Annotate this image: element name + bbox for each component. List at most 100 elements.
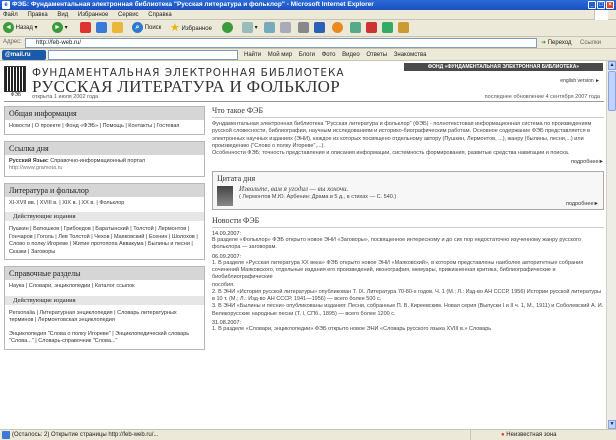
url-text: http://feb-web.ru/ bbox=[36, 40, 82, 46]
reference-links[interactable]: Наука | Словари, энциклопедии | Каталог … bbox=[5, 280, 204, 294]
menu-file[interactable]: Файл bbox=[3, 12, 18, 18]
toolbar: ◄ Назад ▾ ► ▾ ⌕ Поиск ★ Избранное ▾ bbox=[0, 20, 616, 37]
close-button[interactable]: × bbox=[606, 1, 614, 9]
menu-favorites[interactable]: Избранное bbox=[78, 12, 108, 18]
menu-bar: Файл Правка Вид Избранное Сервис Справка bbox=[0, 10, 616, 20]
mailru-dating[interactable]: Знакомства bbox=[394, 52, 427, 58]
quote-more-link[interactable]: подробнее► bbox=[217, 201, 599, 207]
back-button[interactable]: ◄ Назад ▾ bbox=[3, 22, 38, 35]
opened-date: открыта 1 июля 2002 года bbox=[32, 94, 99, 100]
tool-button-2[interactable] bbox=[382, 22, 393, 35]
mail-button[interactable] bbox=[264, 22, 275, 35]
edit-icon bbox=[298, 22, 309, 33]
print-button[interactable] bbox=[280, 22, 291, 35]
stop-button[interactable] bbox=[80, 22, 91, 35]
era-links[interactable]: XI-XVII вв. | XVIII в. | XIX в. | XX в. … bbox=[5, 197, 204, 211]
mailru-answers[interactable]: Ответы bbox=[366, 52, 387, 58]
page-content: ФЭБ ФУНДАМЕНТАЛЬНАЯ ЭЛЕКТРОННАЯ БИБЛИОТЕ… bbox=[0, 61, 616, 429]
menu-view[interactable]: Вид bbox=[57, 12, 68, 18]
news-item-2b: пособия. bbox=[212, 281, 235, 288]
mailru-myworld[interactable]: Мой мир bbox=[268, 52, 292, 58]
news-title: Новости ФЭБ bbox=[212, 216, 604, 229]
scroll-down-button[interactable]: ▼ bbox=[608, 420, 616, 429]
minimize-button[interactable]: _ bbox=[588, 1, 596, 9]
history-button[interactable]: ▾ bbox=[242, 22, 258, 35]
media-button[interactable] bbox=[222, 22, 233, 35]
logo-label: ФЭБ bbox=[10, 92, 22, 98]
what-is-feb-more-link[interactable]: подробнее► bbox=[212, 159, 604, 165]
scroll-thumb[interactable] bbox=[608, 71, 616, 111]
mailru-toolbar: @mail.ru Найти Мой мир Блоги Фото Видео … bbox=[0, 49, 616, 61]
general-info-links[interactable]: Новости | О проекте | Фонд «ФЭБ» | Помощ… bbox=[5, 120, 204, 134]
zone-label: Неизвестная зона bbox=[506, 432, 557, 438]
research-icon bbox=[350, 22, 361, 33]
news-item-2c: 2. В ЭНИ «История русской литературы» оп… bbox=[212, 288, 602, 303]
stop-icon bbox=[80, 22, 91, 33]
reference-more-links[interactable]: Энциклопедия "Слова о полку Игореве" | Э… bbox=[5, 328, 204, 349]
address-label: Адрес: bbox=[3, 39, 22, 45]
site-header: ФЭБ ФУНДАМЕНТАЛЬНАЯ ЭЛЕКТРОННАЯ БИБЛИОТЕ… bbox=[0, 61, 606, 103]
author-links[interactable]: Пушкин | Батюшков | Грибоедов | Баратынс… bbox=[5, 223, 204, 259]
word-icon bbox=[314, 22, 325, 33]
scroll-up-button[interactable]: ▲ bbox=[608, 61, 616, 70]
literature-panel: Литература и фольклор XI-XVII вв. | XVII… bbox=[4, 182, 205, 260]
tool-icon-3 bbox=[398, 22, 409, 33]
status-bar: (Осталось: 2) Открытие страницы http://f… bbox=[0, 429, 616, 440]
menu-help[interactable]: Справка bbox=[148, 12, 172, 18]
general-info-title: Общая информация bbox=[5, 107, 204, 120]
window-title: ФЭБ: Фундаментальная электронная библиот… bbox=[12, 1, 374, 8]
messenger-button[interactable] bbox=[332, 22, 343, 35]
tool-icon-1 bbox=[366, 22, 377, 33]
tool-icon-2 bbox=[382, 22, 393, 33]
mailru-find[interactable]: Найти bbox=[244, 52, 261, 58]
menu-edit[interactable]: Правка bbox=[27, 12, 47, 18]
menu-tools[interactable]: Сервис bbox=[118, 12, 139, 18]
news-item-2d: 3. В ЭНИ «Былины и песни» опубликованы и… bbox=[212, 303, 604, 317]
quote-source: ( Лермонтов М.Ю. Арбенин: Драма в 5 д., … bbox=[239, 193, 397, 200]
mailru-logo[interactable]: @mail.ru bbox=[2, 50, 46, 60]
mailru-video[interactable]: Видео bbox=[342, 52, 360, 58]
address-input[interactable]: http://feb-web.ru/ bbox=[25, 38, 537, 48]
mailru-search-input[interactable] bbox=[48, 50, 238, 60]
back-arrow-icon: ◄ bbox=[3, 22, 14, 33]
link-of-day-desc: Справочно-информационный портал bbox=[50, 157, 146, 164]
address-bar: Адрес: http://feb-web.ru/ ➜ Переход Ссыл… bbox=[0, 37, 616, 49]
mailru-photo[interactable]: Фото bbox=[322, 52, 336, 58]
history-icon bbox=[242, 22, 253, 33]
fund-banner[interactable]: ФОНД «ФУНДАМЕНТАЛЬНАЯ ЭЛЕКТРОННАЯ БИБЛИО… bbox=[404, 63, 603, 71]
links-button[interactable]: Ссылки bbox=[580, 38, 601, 48]
link-of-day-name[interactable]: Русский Язык: bbox=[9, 158, 49, 164]
go-button[interactable]: ➜ Переход bbox=[541, 38, 572, 48]
mailru-blogs[interactable]: Блоги bbox=[299, 52, 315, 58]
link-of-day-title: Ссылка дня bbox=[5, 141, 204, 155]
english-version-link[interactable]: english version ► bbox=[560, 78, 600, 84]
forward-button[interactable]: ► ▾ bbox=[52, 22, 68, 35]
author-portrait bbox=[217, 186, 233, 207]
tool-button-1[interactable] bbox=[366, 22, 377, 35]
forward-arrow-icon: ► bbox=[52, 22, 63, 33]
vertical-scrollbar[interactable]: ▲ ▼ bbox=[606, 61, 616, 429]
last-updated: последнее обновление 4 сентября 2007 год… bbox=[484, 94, 600, 100]
research-button[interactable] bbox=[350, 22, 361, 35]
news-item-1: В разделе «Фольклор» ФЭБ открыто новое Э… bbox=[212, 237, 582, 251]
reference-editions-title: Действующие издания bbox=[5, 295, 204, 305]
reference-editions-links[interactable]: Personalia | Литературная энциклопедия |… bbox=[5, 307, 204, 328]
media-icon bbox=[222, 22, 233, 33]
word-button[interactable] bbox=[314, 22, 325, 35]
tool-button-3[interactable] bbox=[398, 22, 409, 35]
status-text: (Осталось: 2) Открытие страницы http://f… bbox=[12, 432, 159, 438]
favorites-button[interactable]: ★ Избранное bbox=[170, 22, 212, 35]
search-button[interactable]: ⌕ Поиск bbox=[132, 22, 161, 35]
link-of-day-url[interactable]: http://www.gramota.ru bbox=[9, 165, 63, 171]
maximize-button[interactable]: □ bbox=[597, 1, 605, 9]
reference-title: Справочные разделы bbox=[5, 267, 204, 280]
feb-logo[interactable]: ФЭБ bbox=[4, 66, 26, 98]
edit-button[interactable] bbox=[298, 22, 309, 35]
search-icon: ⌕ bbox=[132, 22, 143, 33]
globe-icon: ● bbox=[501, 432, 505, 438]
link-of-day-panel: Ссылка дня Русский Язык: Справочно-инфор… bbox=[4, 140, 205, 177]
home-button[interactable] bbox=[112, 22, 123, 35]
quote-text: Извольте, вам я угодил — вы хохочи. bbox=[239, 185, 349, 194]
literature-editions-title: Действующие издания bbox=[5, 212, 204, 221]
refresh-button[interactable] bbox=[96, 22, 107, 35]
